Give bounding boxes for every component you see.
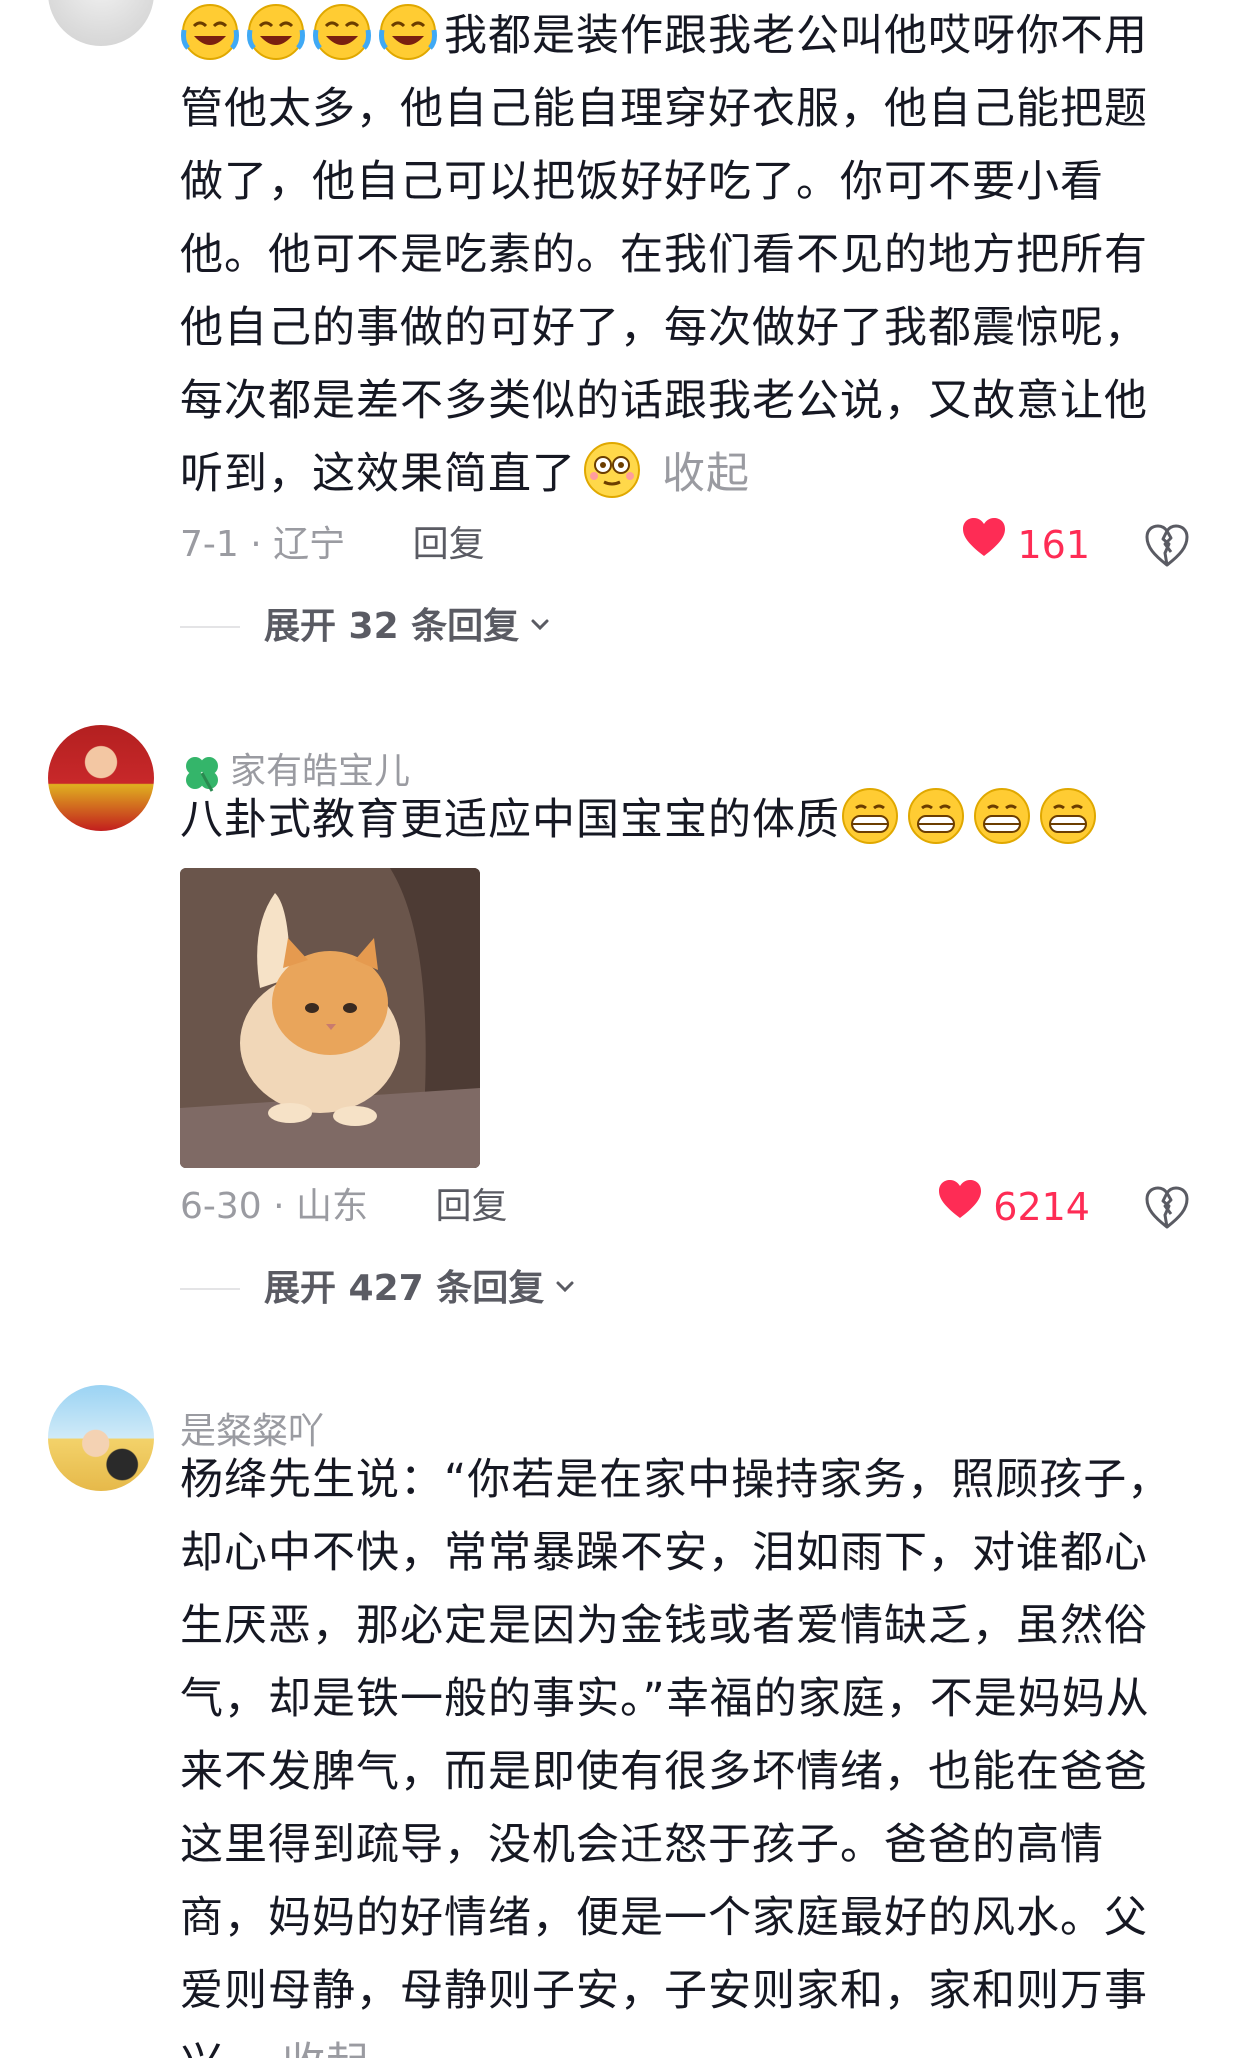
time-location: 6-30 · 山东 — [180, 1186, 369, 1227]
like-count: 6214 — [993, 1185, 1090, 1229]
grinning-emoji-icon — [1038, 788, 1104, 845]
expand-replies-button[interactable]: 展开 427 条回复 — [180, 1264, 578, 1314]
comment-meta: 6-30 · 山东 回复 6214 — [180, 1177, 1200, 1237]
cat-image[interactable] — [180, 868, 480, 1168]
comment-body: 我都是装作跟我老公叫他哎呀你不用管他太多，他自己能自理穿好衣服，他自己能把题做了… — [180, 11, 1148, 499]
avatar[interactable] — [48, 1385, 154, 1491]
grinning-emoji-icon — [906, 788, 972, 845]
like-count: 161 — [1017, 523, 1090, 567]
comment-text: 八卦式教育更适应中国宝宝的体质 — [180, 784, 1180, 857]
comment-meta: 7-1 · 辽宁 回复 161 — [180, 515, 1200, 575]
grinning-emoji-icon — [840, 788, 906, 845]
comment-text: 我都是装作跟我老公叫他哎呀你不用管他太多，他自己能自理穿好衣服，他自己能把题做了… — [180, 0, 1180, 511]
divider-line — [180, 1288, 240, 1290]
reply-button[interactable]: 回复 — [413, 515, 485, 575]
like-button[interactable]: 161 — [961, 515, 1090, 575]
laughing-crying-emoji-icon — [246, 4, 312, 61]
avatar[interactable] — [48, 0, 154, 46]
heart-icon — [961, 515, 1017, 575]
grinning-emoji-icon — [972, 788, 1038, 845]
broken-heart-icon[interactable] — [1144, 1185, 1190, 1231]
comment-body: 八卦式教育更适应中国宝宝的体质 — [180, 795, 840, 845]
chevron-down-icon — [544, 1264, 578, 1314]
broken-heart-icon[interactable] — [1144, 523, 1190, 569]
collapse-link[interactable]: 收起 — [282, 2039, 370, 2058]
chevron-down-icon — [519, 602, 553, 652]
avatar[interactable] — [48, 725, 154, 831]
expand-replies-button[interactable]: 展开 32 条回复 — [180, 602, 553, 652]
divider-line — [180, 626, 240, 628]
comment-text: 杨绛先生说：“你若是在家中操持家务，照顾孩子，却心中不快，常常暴躁不安，泪如雨下… — [180, 1444, 1180, 2058]
dazed-emoji-icon — [576, 442, 648, 499]
expand-label: 展开 32 条回复 — [264, 606, 520, 647]
time-location: 7-1 · 辽宁 — [180, 524, 346, 565]
laughing-crying-emoji-icon — [378, 4, 444, 61]
heart-icon — [937, 1177, 993, 1237]
reply-button[interactable]: 回复 — [436, 1177, 508, 1237]
expand-label: 展开 427 条回复 — [264, 1268, 545, 1309]
comment-body: 杨绛先生说：“你若是在家中操持家务，照顾孩子，却心中不快，常常暴躁不安，泪如雨下… — [180, 1455, 1172, 2058]
collapse-link[interactable]: 收起 — [662, 449, 750, 499]
laughing-crying-emoji-icon — [312, 4, 378, 61]
like-button[interactable]: 6214 — [937, 1177, 1090, 1237]
laughing-crying-emoji-icon — [180, 4, 246, 61]
